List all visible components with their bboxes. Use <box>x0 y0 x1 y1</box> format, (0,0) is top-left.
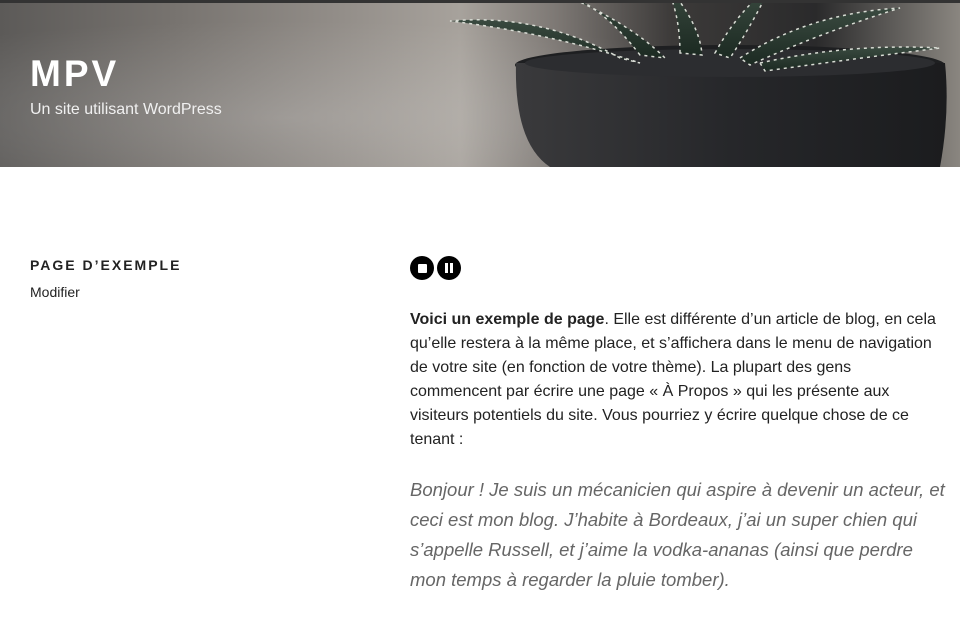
stop-button[interactable] <box>410 256 434 280</box>
header-image: MPV Un site utilisant WordPress <box>0 3 960 167</box>
site-title[interactable]: MPV <box>30 53 119 95</box>
edit-link[interactable]: Modifier <box>30 284 80 300</box>
site-description: Un site utilisant WordPress <box>30 101 222 118</box>
intro-paragraph: . Elle est différente d’un article de bl… <box>410 311 936 448</box>
stop-icon <box>417 263 427 273</box>
pause-button[interactable] <box>437 256 461 280</box>
pause-icon <box>445 263 453 273</box>
page-content: Voici un exemple de page. Elle est diffé… <box>410 308 940 452</box>
intro-bold: Voici un exemple de page <box>410 311 605 328</box>
blockquote: Bonjour ! Je suis un mécanicien qui aspi… <box>410 479 945 590</box>
page-title: PAGE D’EXEMPLE <box>30 257 182 273</box>
plant-pot-image <box>449 3 947 167</box>
